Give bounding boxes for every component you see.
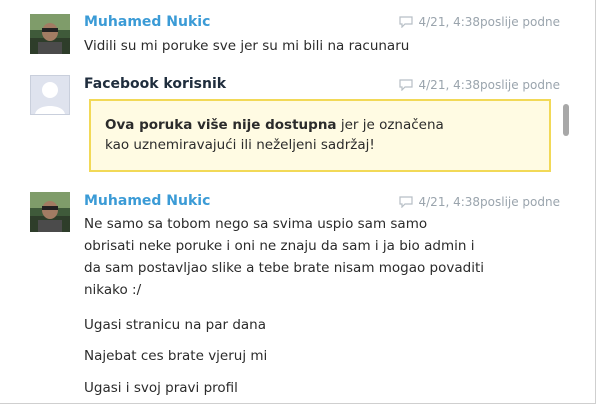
- message-text: Ugasi i svoj pravi profil: [84, 380, 238, 396]
- avatar[interactable]: [30, 14, 70, 54]
- chat-bubble-icon: [398, 79, 413, 91]
- timestamp-text: 4/21, 4:38poslije podne: [418, 195, 561, 209]
- message-timestamp: 4/21, 4:38poslije podne: [398, 15, 561, 29]
- unavailable-message-notice: Ova poruka više nije dostupna jer je ozn…: [89, 99, 551, 172]
- timestamp-text: 4/21, 4:38poslije podne: [418, 15, 561, 29]
- timestamp-text: 4/21, 4:38poslije podne: [418, 78, 561, 92]
- message-text: nikako :/: [84, 282, 142, 298]
- facebook-default-avatar-icon: [30, 75, 70, 115]
- message-text: Ne samo sa tobom nego sa svima uspio sam…: [84, 216, 428, 232]
- avatar: [30, 75, 70, 115]
- avatar[interactable]: [30, 192, 70, 232]
- scrollbar-thumb[interactable]: [563, 104, 569, 136]
- notice-text-line2: kao uznemiravajući ili neželjeni sadržaj…: [105, 137, 375, 153]
- message-text: Vidili su mi poruke sve jer su mi bili n…: [84, 38, 410, 54]
- message-text: Ugasi stranicu na par dana: [84, 317, 266, 333]
- message-text: da sam postavljao slike a tebe brate nis…: [84, 260, 485, 276]
- notice-text: jer je označena: [336, 117, 444, 133]
- message-text: obrisati neke poruke i oni ne znaju da s…: [84, 238, 475, 254]
- message-timestamp: 4/21, 4:38poslije podne: [398, 78, 561, 92]
- chat-bubble-icon: [398, 196, 413, 208]
- sender-name[interactable]: Muhamed Nukic: [84, 14, 210, 30]
- message-text: Najebat ces brate vjeruj mi: [84, 348, 268, 364]
- conversation-panel: Muhamed Nukic 4/21, 4:38poslije podne Vi…: [0, 0, 596, 404]
- chat-bubble-icon: [398, 16, 413, 28]
- sender-name: Facebook korisnik: [84, 76, 227, 92]
- notice-bold-text: Ova poruka više nije dostupna: [105, 117, 337, 133]
- message-timestamp: 4/21, 4:38poslije podne: [398, 195, 561, 209]
- sender-name[interactable]: Muhamed Nukic: [84, 193, 210, 209]
